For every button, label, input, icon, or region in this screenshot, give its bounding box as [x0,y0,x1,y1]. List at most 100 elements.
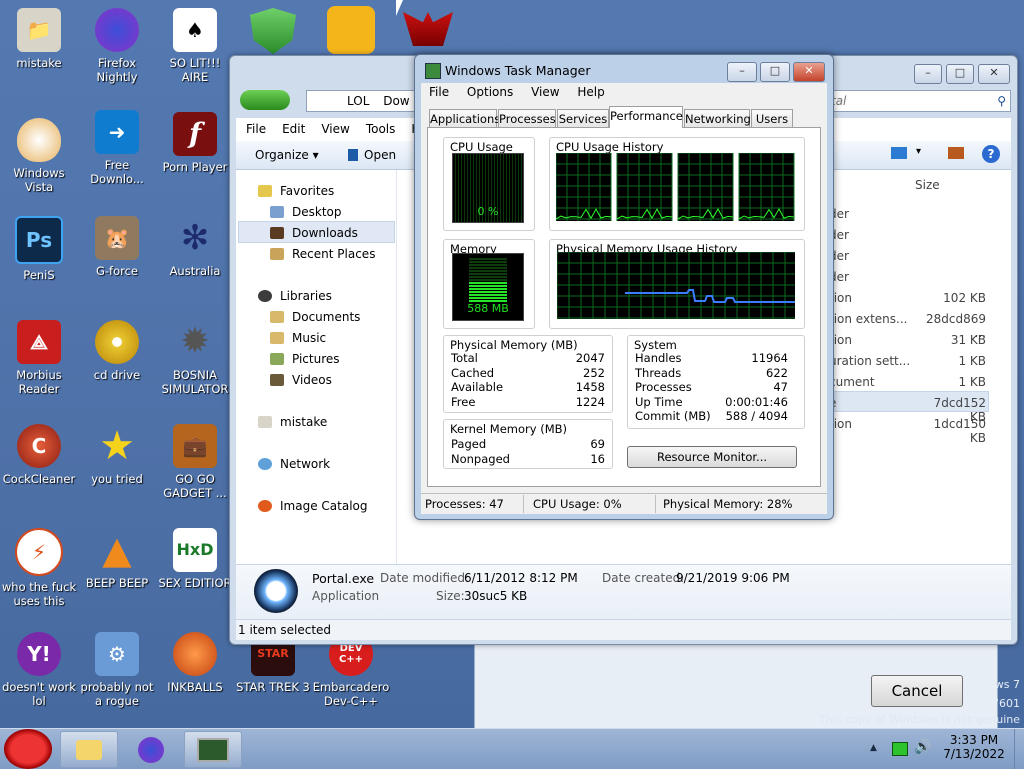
back-forward-buttons[interactable] [240,90,290,110]
file-row-type[interactable]: uration sett... [829,354,910,368]
desktop-icon-cockcleaner[interactable]: C CockCleaner [0,424,78,486]
desktop-icon-inkballs[interactable]: INKBALLS [156,632,234,694]
nav-network[interactable]: Network [258,457,330,471]
tab-performance[interactable]: Performance [609,106,683,128]
desktop-icon-who-uses-this[interactable]: ⚡ who the fuck uses this [0,528,78,608]
open-button[interactable]: Open [348,148,396,162]
tab-processes[interactable]: Processes [498,109,556,128]
desktop-icon-cd-drive[interactable]: cd drive [78,320,156,382]
chevron-down-icon[interactable]: ▾ [916,146,921,157]
explorer-close-button[interactable]: ✕ [978,64,1010,84]
papers-please-icon[interactable] [403,12,453,46]
nav-desktop[interactable]: Desktop [270,205,342,219]
nav-pictures[interactable]: Pictures [270,352,340,366]
file-row-size[interactable]: 102 KB [916,291,986,305]
tab-users[interactable]: Users [751,109,793,128]
volume-icon[interactable]: 🔊 [914,739,931,755]
file-row-type[interactable]: tion extens... [829,312,907,326]
file-row-size[interactable]: 1 KB [916,354,986,368]
file-row-type[interactable]: cument [829,375,875,389]
desktop-icon-sex-editior[interactable]: HxD SEX EDITIOR [156,528,234,590]
nav-recent-places[interactable]: Recent Places [270,247,375,261]
nav-favorites[interactable]: Favorites [258,184,334,198]
file-row-size[interactable]: 1dcd150 KB [916,417,986,445]
user-folder-icon [258,416,272,428]
tab-services[interactable]: Services [557,109,609,128]
address-bar[interactable]: LOL Dow [306,90,418,112]
desktop-icon-porn-player[interactable]: f Porn Player [156,112,234,174]
kv-row: Nonpaged 16 [451,452,605,466]
explorer-minimize-button[interactable]: – [914,64,942,84]
tm-menu-file[interactable]: File [429,85,449,99]
tm-maximize-button[interactable]: □ [760,62,790,82]
resource-monitor-button[interactable]: Resource Monitor... [627,446,797,468]
desktop-icon-doesnt-work[interactable]: Y! doesn't work lol [0,632,78,708]
shield-icon[interactable] [250,8,296,54]
organize-button[interactable]: Organize ▾ [255,148,319,162]
desktop-icon-g-force[interactable]: 🐹 G-force [78,216,156,278]
kv-value: 47 [773,380,788,394]
tm-menu-view[interactable]: View [531,85,559,99]
help-icon[interactable]: ? [982,145,1000,163]
desktop-icon-go-go-gadget[interactable]: 💼 GO GO GADGET ... [156,424,234,500]
preview-pane-icon[interactable] [948,147,964,159]
nav-downloads[interactable]: Downloads [270,226,358,240]
desktop-icon-photoshop[interactable]: Ps PeniS [0,216,78,282]
desktop-icon-australia[interactable]: ✻ Australia [156,216,234,278]
details-created-label: Date created: [602,571,685,585]
taskbar-task-manager-button[interactable] [184,731,242,768]
tm-close-button[interactable]: ✕ [793,62,825,82]
taskbar-firefox-button[interactable] [122,731,180,768]
search-icon[interactable]: ⚲ [997,91,1006,111]
menu-tools[interactable]: Tools [366,122,396,136]
tm-menu-help[interactable]: Help [577,85,604,99]
cancel-button[interactable]: Cancel [871,675,963,707]
tm-minimize-button[interactable]: – [727,62,757,82]
breadcrumb-lol[interactable]: LOL [347,94,369,108]
network-tray-icon[interactable] [892,742,908,756]
desktop-icon-so-lit[interactable]: ♠ SO LIT!!! AIRE [156,8,234,84]
nav-mistake[interactable]: mistake [258,415,327,429]
tab-networking[interactable]: Networking [684,109,751,128]
cpu-core-graph [678,153,733,221]
angry-pig-icon[interactable] [327,6,375,54]
kv-row: Commit (MB) 588 / 4094 [635,409,788,423]
nav-image-catalog[interactable]: Image Catalog [258,499,367,513]
taskbar-explorer-button[interactable] [60,731,118,768]
photoshop-icon: Ps [15,216,63,264]
desktop-icon-beep-beep[interactable]: ▲ BEEP BEEP [78,528,156,590]
inkball-icon [173,632,217,676]
search-box[interactable]: tal ⚲ [826,90,1011,112]
desktop-icon-firefox-nightly[interactable]: Firefox Nightly [78,8,156,84]
nav-music[interactable]: Music [270,331,326,345]
show-hidden-icons-icon[interactable]: ▲ [870,743,877,753]
show-desktop-button[interactable] [1014,729,1024,769]
explorer-maximize-button[interactable]: □ [946,64,974,84]
menu-edit[interactable]: Edit [282,122,305,136]
size-column-header[interactable]: Size [915,178,940,192]
menu-view[interactable]: View [321,122,349,136]
start-button[interactable] [4,729,52,769]
file-row-size[interactable]: 1 KB [916,375,986,389]
nav-libraries[interactable]: Libraries [258,289,332,303]
view-options-icon[interactable] [891,147,907,159]
nav-videos[interactable]: Videos [270,373,332,387]
clock[interactable]: 3:33 PM 7/13/2022 [938,733,1010,761]
desktop-icon-bosnia-simulator[interactable]: ✹ BOSNIA SIMULATOR [156,320,234,397]
nav-documents[interactable]: Documents [270,310,360,324]
desktop-icon-windows-vista[interactable]: Windows Vista [0,118,78,194]
tab-applications[interactable]: Applications [429,109,500,128]
kv-value: 2047 [575,351,605,365]
videos-icon [270,374,284,386]
desktop-icon-free-download[interactable]: ➜ Free Downlo... [78,110,156,186]
desktop-icon-you-tried[interactable]: ★ you tried [78,424,156,486]
tm-menu-options[interactable]: Options [467,85,513,99]
file-row-size[interactable]: 31 KB [916,333,986,347]
desktop-icon-mistake[interactable]: 📁 mistake [0,8,78,70]
status-cpu-usage: CPU Usage: 0% [525,495,656,513]
desktop-icon-probably-not-rogue[interactable]: ⚙ probably not a rogue [78,632,156,708]
menu-file[interactable]: File [246,122,266,136]
breadcrumb-downloads[interactable]: Dow [383,94,409,108]
kv-row: Available 1458 [451,380,605,394]
desktop-icon-morbius-reader[interactable]: ⟁ Morbius Reader [0,320,78,396]
